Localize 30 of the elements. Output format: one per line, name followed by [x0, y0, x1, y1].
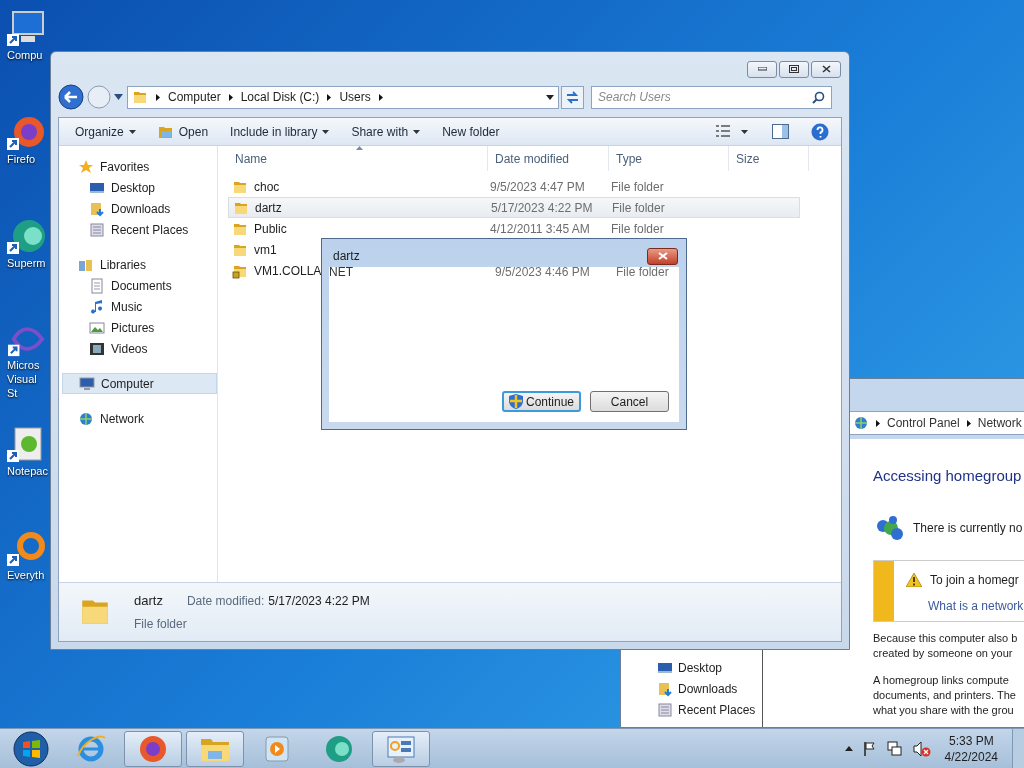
file-name: choc — [254, 178, 280, 196]
desktop-icon-label: Notepac — [7, 464, 49, 478]
file-type: File folder — [610, 178, 664, 196]
dialog-title: dartz — [333, 248, 360, 265]
date-modified: 9/5/2023 4:46 PM — [495, 264, 591, 281]
file-name: VM1.COLLA — [254, 262, 322, 280]
desktop-icon-label: Micros Visual St — [7, 358, 41, 400]
desktop-icon-label: Superm — [7, 256, 47, 270]
date-modified: 4/12/2011 3:45 AM — [489, 220, 591, 238]
desktop-icon-label: Compu — [7, 48, 44, 62]
file-type: File folder — [616, 264, 669, 281]
desktop-icon-label: Everyth — [7, 568, 46, 582]
file-name: dartz — [255, 199, 282, 217]
warning-text: To join a homegr — [930, 571, 1019, 589]
description-text: A homegroup links compute documents, and printers. The what you share with the grou — [873, 672, 1017, 718]
page-heading: Accessing homegroup — [873, 466, 1023, 486]
date-modified: 9/5/2023 4:47 PM — [489, 178, 586, 196]
file-name: Public — [254, 220, 287, 238]
details-type: File folder — [134, 615, 188, 633]
file-name: vm1 — [254, 241, 277, 259]
date-modified: 5/17/2023 4:22 PM — [490, 199, 594, 217]
file-type: File folder — [611, 199, 665, 217]
description-text: Because this computer also b created by someone on your — [873, 630, 1019, 661]
desktop-icon-label: Firefo — [7, 152, 37, 166]
file-type: File folder — [610, 220, 664, 238]
details-name: dartz — [134, 592, 163, 610]
status-text: There is currently no — [913, 519, 1023, 537]
file-name: NET — [329, 264, 354, 281]
details-value: 5/17/2023 4:22 PM — [268, 592, 370, 610]
details-label: Date modified: — [186, 592, 265, 610]
